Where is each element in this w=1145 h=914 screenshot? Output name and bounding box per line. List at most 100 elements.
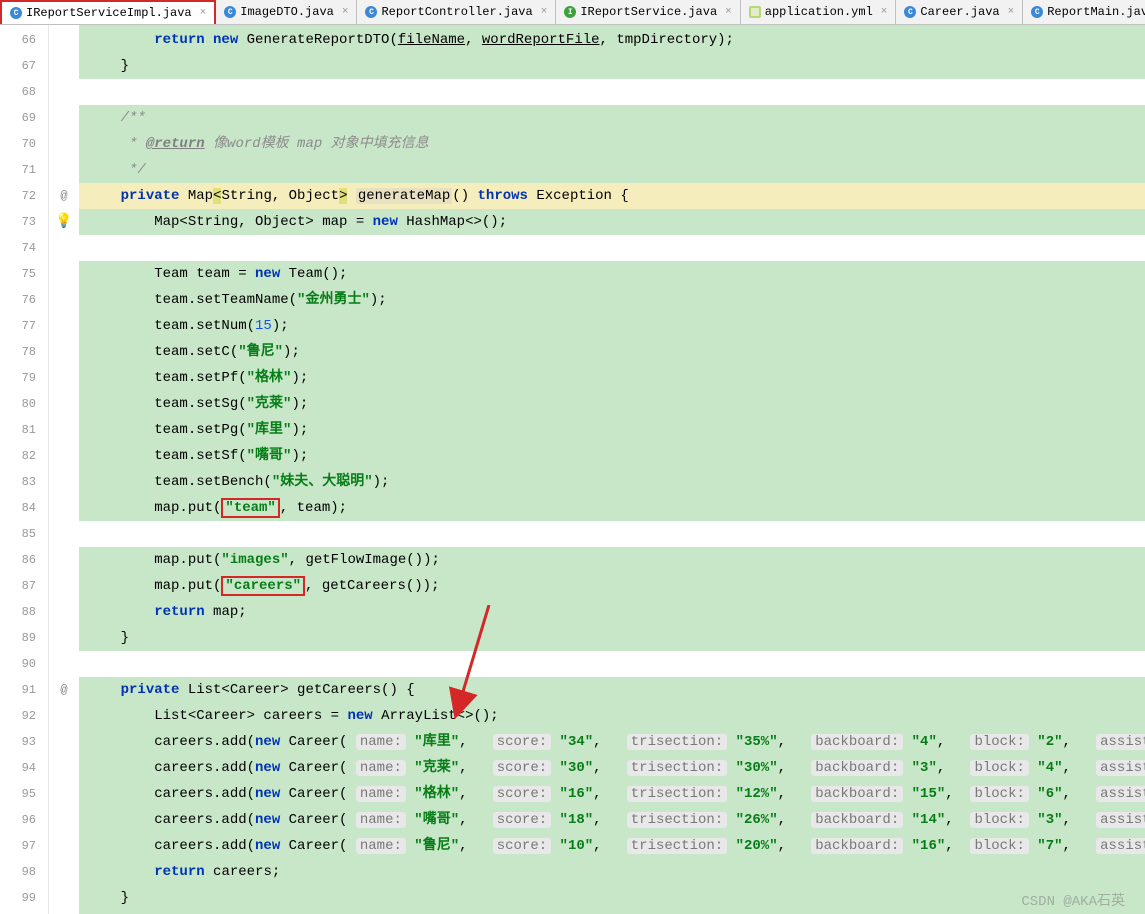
line-number: 73 [0,209,48,235]
tab-label: ReportMain.java [1047,5,1145,19]
tab-ireportserviceimpl-java[interactable]: C IReportServiceImpl.java × [0,0,216,25]
line-number: 96 [0,807,48,833]
tab-application-yml[interactable]: application.yml × [741,0,897,24]
code-line[interactable]: team.setNum(15); [79,313,1145,339]
line-number: 68 [0,79,48,105]
code-line[interactable]: map.put("team", team); [79,495,1145,521]
tab-imagedto-java[interactable]: C ImageDTO.java × [216,0,357,24]
line-number: 93 [0,729,48,755]
gutter-icons: @ 💡 @ [49,25,79,914]
code-line[interactable]: team.setBench("妹夫、大聪明"); [79,469,1145,495]
tab-label: ImageDTO.java [240,5,334,19]
code-line[interactable]: careers.add(new Career( name: "格林", scor… [79,781,1145,807]
interface-icon: I [564,6,576,18]
code-line[interactable] [79,235,1145,261]
code-line[interactable]: return careers; [79,859,1145,885]
code-line[interactable]: } [79,625,1145,651]
code-line[interactable]: * @return 像word模板 map 对象中填充信息 [79,131,1145,157]
class-icon: C [365,6,377,18]
override-icon[interactable]: @ [60,189,67,203]
code-line[interactable]: List<Career> careers = new ArrayList<>()… [79,703,1145,729]
line-number: 79 [0,365,48,391]
code-line[interactable]: team.setC("鲁尼"); [79,339,1145,365]
code-area[interactable]: return new GenerateReportDTO(fileName, w… [79,25,1145,914]
code-line[interactable] [79,521,1145,547]
code-editor: 6667686970717273747576777879808182838485… [0,25,1145,914]
code-line[interactable]: */ [79,157,1145,183]
code-line[interactable]: Team team = new Team(); [79,261,1145,287]
line-number-gutter: 6667686970717273747576777879808182838485… [0,25,49,914]
tab-reportcontroller-java[interactable]: C ReportController.java × [357,0,556,24]
line-number: 94 [0,755,48,781]
line-number: 99 [0,885,48,911]
code-line[interactable]: careers.add(new Career( name: "库里", scor… [79,729,1145,755]
code-line[interactable]: careers.add(new Career( name: "克莱", scor… [79,755,1145,781]
code-line[interactable]: careers.add(new Career( name: "鲁尼", scor… [79,833,1145,859]
code-line[interactable]: return new GenerateReportDTO(fileName, w… [79,27,1145,53]
editor-tabs: C IReportServiceImpl.java × C ImageDTO.java ×… [0,0,1145,25]
tab-label: application.yml [765,5,873,19]
code-line[interactable]: /** [79,105,1145,131]
line-number: 82 [0,443,48,469]
code-line[interactable]: team.setPf("格林"); [79,365,1145,391]
line-number: 90 [0,651,48,677]
code-line[interactable]: team.setSg("克莱"); [79,391,1145,417]
code-line[interactable]: map.put("careers", getCareers()); [79,573,1145,599]
line-number: 85 [0,521,48,547]
close-icon[interactable]: × [200,7,207,19]
close-icon[interactable]: × [725,6,732,18]
close-icon[interactable]: × [881,6,888,18]
line-number: 72 [0,183,48,209]
code-line[interactable]: team.setTeamName("金州勇士"); [79,287,1145,313]
line-number: 92 [0,703,48,729]
line-number: 71 [0,157,48,183]
code-line[interactable] [79,79,1145,105]
line-number: 66 [0,27,48,53]
code-line[interactable]: Map<String, Object> map = new HashMap<>(… [79,209,1145,235]
line-number: 81 [0,417,48,443]
code-line[interactable]: } [79,53,1145,79]
code-line[interactable]: } [79,885,1145,911]
override-icon[interactable]: @ [60,683,67,697]
code-line[interactable]: team.setSf("嘴哥"); [79,443,1145,469]
class-icon: C [224,6,236,18]
line-number: 97 [0,833,48,859]
line-number: 77 [0,313,48,339]
line-number: 76 [0,287,48,313]
close-icon[interactable]: × [541,6,548,18]
tab-reportmain-java[interactable]: CReportMain.java× [1023,0,1145,24]
code-line[interactable]: map.put("images", getFlowImage()); [79,547,1145,573]
code-line[interactable]: private Map<String, Object> generateMap(… [79,183,1145,209]
code-line[interactable]: return map; [79,599,1145,625]
tab-ireportservice-java[interactable]: IIReportService.java× [556,0,740,24]
line-number: 78 [0,339,48,365]
line-number: 69 [0,105,48,131]
code-line[interactable]: private List<Career> getCareers() { [79,677,1145,703]
code-line[interactable]: careers.add(new Career( name: "嘴哥", scor… [79,807,1145,833]
class-icon: C [10,7,22,19]
tab-label: IReportServiceImpl.java [26,6,192,20]
close-icon[interactable]: × [342,6,349,18]
code-line[interactable] [79,651,1145,677]
yaml-icon [749,6,761,18]
line-number: 75 [0,261,48,287]
code-line[interactable]: team.setPg("库里"); [79,417,1145,443]
line-number: 86 [0,547,48,573]
line-number: 98 [0,859,48,885]
line-number: 70 [0,131,48,157]
line-number: 74 [0,235,48,261]
tab-label: ReportController.java [381,5,532,19]
close-icon[interactable]: × [1008,6,1015,18]
line-number: 80 [0,391,48,417]
line-number: 83 [0,469,48,495]
line-number: 88 [0,599,48,625]
bulb-icon[interactable]: 💡 [55,214,72,230]
line-number: 91 [0,677,48,703]
line-number: 95 [0,781,48,807]
class-icon: C [904,6,916,18]
line-number: 67 [0,53,48,79]
tab-label: Career.java [920,5,999,19]
line-number: 89 [0,625,48,651]
line-number: 84 [0,495,48,521]
tab-career-java[interactable]: C Career.java × [896,0,1023,24]
